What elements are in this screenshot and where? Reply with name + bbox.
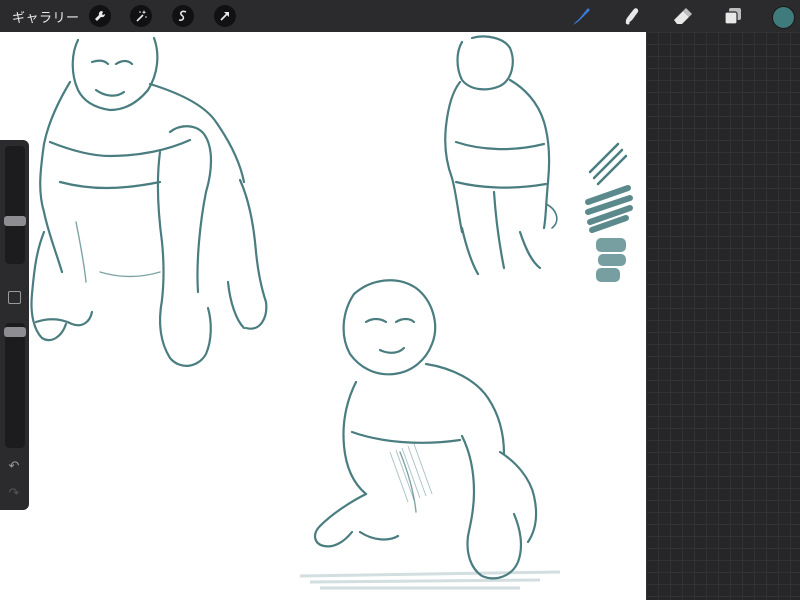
- layers-icon[interactable]: [722, 5, 744, 27]
- undo-icon[interactable]: ↶: [6, 460, 22, 474]
- gallery-button[interactable]: ギャラリー: [12, 7, 80, 26]
- selection-s-icon[interactable]: [172, 5, 194, 27]
- brush-size-slider[interactable]: [4, 146, 26, 264]
- wrench-icon[interactable]: [89, 5, 111, 27]
- smudge-icon[interactable]: [621, 5, 643, 27]
- magic-wand-icon[interactable]: [130, 5, 152, 27]
- sketch-artwork: [30, 35, 633, 590]
- opacity-thumb[interactable]: [4, 327, 26, 338]
- color-picker-swatch[interactable]: [772, 6, 795, 29]
- brush-icon[interactable]: [570, 5, 592, 27]
- workspace-grid-background: [646, 32, 800, 600]
- drawing-canvas[interactable]: [0, 32, 646, 600]
- transform-arrow-icon[interactable]: [214, 5, 236, 27]
- redo-icon[interactable]: ↷: [6, 487, 22, 501]
- eraser-icon[interactable]: [671, 5, 693, 27]
- modify-button[interactable]: [8, 291, 21, 304]
- top-toolbar: ギャラリー: [0, 0, 800, 32]
- left-sidebar: ↶ ↷: [0, 140, 29, 510]
- opacity-slider[interactable]: [4, 323, 26, 448]
- brush-size-thumb[interactable]: [4, 216, 26, 227]
